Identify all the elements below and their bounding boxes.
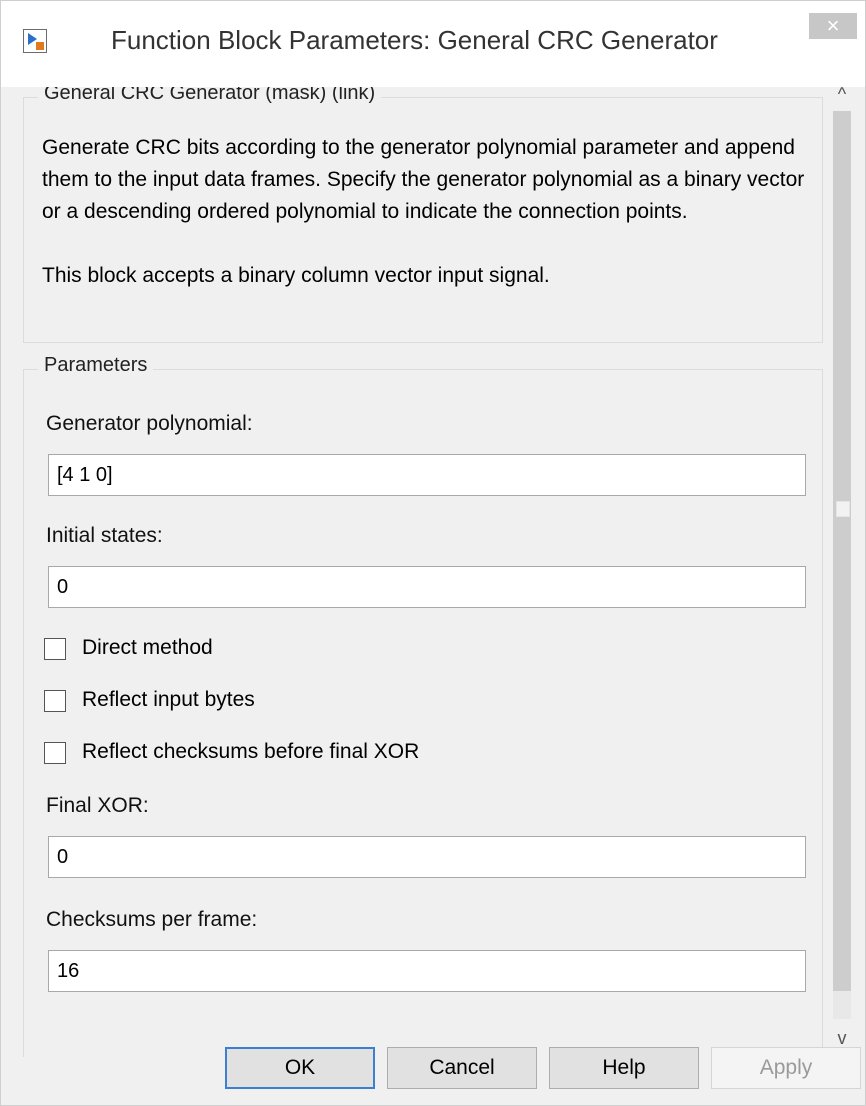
apply-button: Apply xyxy=(711,1047,861,1089)
vertical-scrollbar[interactable]: ^ v xyxy=(827,79,857,1053)
scroll-thumb[interactable] xyxy=(833,111,851,991)
checksums-per-frame-label: Checksums per frame: xyxy=(46,908,258,931)
close-button[interactable]: × xyxy=(809,13,857,39)
ok-button[interactable]: OK xyxy=(225,1047,375,1089)
direct-method-label[interactable]: Direct method xyxy=(82,636,213,660)
parameters-legend: Parameters xyxy=(38,354,154,377)
description-legend: General CRC Generator (mask) (link) xyxy=(38,87,382,105)
reflect-input-bytes-label[interactable]: Reflect input bytes xyxy=(82,688,255,712)
parameters-scroll-area[interactable]: General CRC Generator (mask) (link) Gene… xyxy=(19,87,827,1057)
cancel-button[interactable]: Cancel xyxy=(387,1047,537,1089)
final-xor-input[interactable]: 0 xyxy=(48,836,806,878)
window-title: Function Block Parameters: General CRC G… xyxy=(111,25,718,55)
generator-polynomial-input[interactable]: [4 1 0] xyxy=(48,454,806,496)
simulink-block-icon xyxy=(23,29,47,53)
reflect-checksums-label[interactable]: Reflect checksums before final XOR xyxy=(82,740,419,764)
help-button[interactable]: Help xyxy=(549,1047,699,1089)
block-square-icon xyxy=(36,42,44,50)
chevron-up-icon: ^ xyxy=(837,84,847,104)
dialog-window: Function Block Parameters: General CRC G… xyxy=(0,0,866,1106)
checksums-per-frame-input[interactable]: 16 xyxy=(48,950,806,992)
direct-method-checkbox[interactable] xyxy=(44,638,66,660)
description-paragraph: This block accepts a binary column vecto… xyxy=(42,264,550,287)
close-icon: × xyxy=(826,13,840,38)
initial-states-input[interactable]: 0 xyxy=(48,566,806,608)
generator-polynomial-label: Generator polynomial: xyxy=(46,412,253,435)
title-bar[interactable]: Function Block Parameters: General CRC G… xyxy=(1,1,865,87)
initial-states-label: Initial states: xyxy=(46,524,163,547)
reflect-checksums-checkbox[interactable] xyxy=(44,742,66,764)
description-text: Generate CRC bits according to the gener… xyxy=(42,132,812,324)
scroll-up-button[interactable]: ^ xyxy=(827,79,857,109)
parameters-group: Parameters Generator polynomial: [4 1 0]… xyxy=(23,354,823,1057)
final-xor-label: Final XOR: xyxy=(46,794,149,817)
description-group: General CRC Generator (mask) (link) Gene… xyxy=(23,87,823,343)
scroll-grip-icon xyxy=(836,501,850,517)
reflect-input-bytes-checkbox[interactable] xyxy=(44,690,66,712)
chevron-down-icon: v xyxy=(837,1028,847,1048)
description-paragraph: Generate CRC bits according to the gener… xyxy=(42,136,805,223)
